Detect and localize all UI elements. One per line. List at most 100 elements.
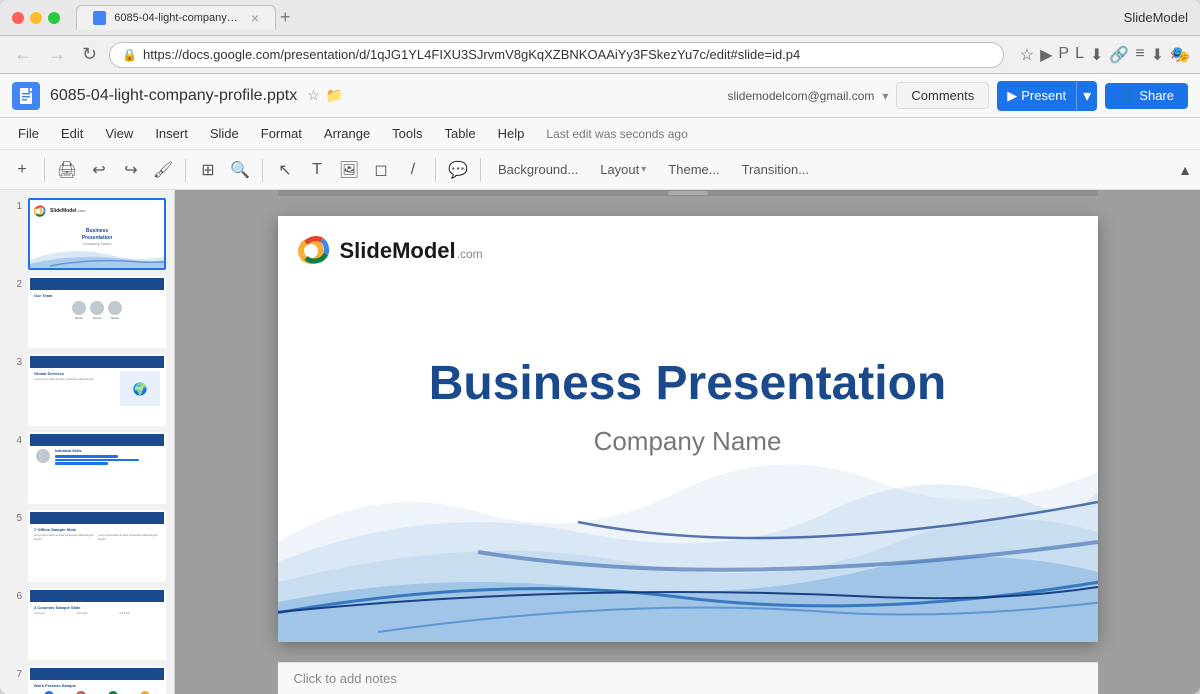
slide-thumb-4[interactable]: Individual Skills xyxy=(28,432,166,504)
slide-item-6[interactable]: 6 3 Columns Sample Slide Col 1 text Col … xyxy=(8,588,166,660)
theme-dropdown[interactable]: Theme... xyxy=(659,158,728,181)
lock-icon: 🔒 xyxy=(122,48,137,62)
notes-area[interactable]: Click to add notes xyxy=(278,662,1098,694)
slide-thumb-7[interactable]: Work Process Sample ⚙ 📋 ✓ ★ xyxy=(28,666,166,694)
slide-number-7: 7 xyxy=(8,666,22,680)
present-button[interactable]: ▶ Present xyxy=(997,81,1076,111)
last-edit-status: Last edit was seconds ago xyxy=(546,127,687,141)
layout-dropdown[interactable]: Layout ▾ xyxy=(591,158,655,181)
theme-label: Theme... xyxy=(668,162,719,177)
refresh-button[interactable]: ↻ xyxy=(78,44,101,65)
slides-panel: 1 SlideModel.com Busin xyxy=(0,190,175,694)
slide-number-5: 5 xyxy=(8,510,22,524)
maximize-button[interactable] xyxy=(48,12,60,24)
tab-close-icon[interactable]: × xyxy=(251,10,259,26)
tab-area: 6085-04-light-company-p... × + xyxy=(76,5,1116,30)
menu-arrange[interactable]: Arrange xyxy=(314,122,380,145)
slide-item-5[interactable]: 5 7 Offline Sample Slide Lorem ipsum dol… xyxy=(8,510,166,582)
google-slides-logo xyxy=(12,82,40,110)
collapse-toolbar-button[interactable]: ▲ xyxy=(1178,162,1192,178)
extension2-icon[interactable]: 🔗 xyxy=(1109,45,1129,65)
transition-label: Transition... xyxy=(742,162,809,177)
wave-background xyxy=(278,422,1098,642)
pinterest-icon[interactable]: P xyxy=(1058,45,1069,65)
app-header: 6085-04-light-company-profile.pptx ☆ 📁 s… xyxy=(0,74,1200,118)
shapes-tool-button[interactable]: ◻ xyxy=(367,156,395,184)
document-title[interactable]: 6085-04-light-company-profile.pptx xyxy=(50,87,297,105)
zoom-fit-button[interactable]: 🔍 xyxy=(226,156,254,184)
slide-number-2: 2 xyxy=(8,276,22,290)
menu-tools[interactable]: Tools xyxy=(382,122,432,145)
toolbar-separator-2 xyxy=(185,158,186,182)
slide-item-2[interactable]: 2 Our Team Name xyxy=(8,276,166,348)
share-icon: 👤 xyxy=(1119,88,1135,104)
comments-button[interactable]: Comments xyxy=(896,82,989,109)
present-dropdown-icon[interactable]: ▾ xyxy=(1076,81,1097,111)
menu-insert[interactable]: Insert xyxy=(145,122,198,145)
undo-button[interactable]: ↩ xyxy=(85,156,113,184)
filename-icons: ☆ 📁 xyxy=(307,87,343,104)
menu-file[interactable]: File xyxy=(8,122,49,145)
user-dropdown-icon[interactable]: ▾ xyxy=(882,89,888,103)
browser-icons: ☆ ▶ P L ⬇ 🔗 ≡ ⬇ 🎭 xyxy=(1020,45,1190,65)
slide-number-3: 3 xyxy=(8,354,22,368)
slide-thumb-3[interactable]: Global Services Lorem ipsum dolor sit am… xyxy=(28,354,166,426)
redo-button[interactable]: ↪ xyxy=(117,156,145,184)
user-area: slidemodelcom@gmail.com ▾ Comments ▶ Pre… xyxy=(727,81,1188,111)
forward-button[interactable]: → xyxy=(44,44,70,65)
share-button[interactable]: 👤 Share xyxy=(1105,83,1188,109)
menu-view[interactable]: View xyxy=(95,122,143,145)
lastpass-icon[interactable]: L xyxy=(1075,45,1084,65)
extension-icon[interactable]: ⬇ xyxy=(1090,45,1103,65)
extension4-icon[interactable]: ⬇ xyxy=(1151,45,1164,65)
minimize-button[interactable] xyxy=(30,12,42,24)
extension3-icon[interactable]: ≡ xyxy=(1135,45,1144,65)
line-tool-button[interactable]: / xyxy=(399,156,427,184)
paint-format-button[interactable]: 🖌 xyxy=(149,156,177,184)
transition-dropdown[interactable]: Transition... xyxy=(733,158,818,181)
pocket-icon[interactable]: ▶ xyxy=(1040,45,1052,65)
slide-main-title: Business Presentation xyxy=(278,356,1098,411)
comment-tool-button[interactable]: 💬 xyxy=(444,156,472,184)
menu-edit[interactable]: Edit xyxy=(51,122,93,145)
logo-text: SlideModel xyxy=(340,238,456,264)
select-tool-button[interactable]: ↖ xyxy=(271,156,299,184)
zoom-in-button[interactable]: + xyxy=(8,156,36,184)
address-field[interactable]: 🔒 https://docs.google.com/presentation/d… xyxy=(109,42,1004,68)
menu-table[interactable]: Table xyxy=(435,122,486,145)
slide-number-1: 1 xyxy=(8,198,22,212)
slide-item-4[interactable]: 4 Individual Skills xyxy=(8,432,166,504)
new-tab-button[interactable]: + xyxy=(280,7,291,28)
slide-item-1[interactable]: 1 SlideModel.com Busin xyxy=(8,198,166,270)
toolbar: + 🖨 ↩ ↪ 🖌 ⊞ 🔍 ↖ T 🖼 ◻ / 💬 Background... … xyxy=(0,150,1200,190)
menu-slide[interactable]: Slide xyxy=(200,122,249,145)
text-tool-button[interactable]: T xyxy=(303,156,331,184)
close-button[interactable] xyxy=(12,12,24,24)
image-tool-button[interactable]: 🖼 xyxy=(335,156,363,184)
slide-item-7[interactable]: 7 Work Process Sample ⚙ 📋 ✓ ★ xyxy=(8,666,166,694)
back-button[interactable]: ← xyxy=(10,44,36,65)
slide-thumb-6[interactable]: 3 Columns Sample Slide Col 1 text Col 2 … xyxy=(28,588,166,660)
print-button[interactable]: 🖨 xyxy=(53,156,81,184)
extension5-icon[interactable]: 🎭 xyxy=(1170,45,1190,65)
tab-favicon xyxy=(93,11,106,25)
menu-help[interactable]: Help xyxy=(488,122,535,145)
user-email[interactable]: slidemodelcom@gmail.com xyxy=(727,89,874,103)
browser-tab[interactable]: 6085-04-light-company-p... × xyxy=(76,5,276,30)
zoom-display-button[interactable]: ⊞ xyxy=(194,156,222,184)
background-label: Background... xyxy=(498,162,578,177)
favorite-icon[interactable]: ☆ xyxy=(307,87,320,104)
background-dropdown[interactable]: Background... xyxy=(489,158,587,181)
menu-format[interactable]: Format xyxy=(251,122,312,145)
present-group: ▶ Present ▾ xyxy=(997,81,1097,111)
slide-logo-area: SlideModel .com xyxy=(298,232,483,270)
slide-thumb-1[interactable]: SlideModel.com BusinessPresentation Comp… xyxy=(28,198,166,270)
slide-thumb-2[interactable]: Our Team Name Name xyxy=(28,276,166,348)
slide-number-6: 6 xyxy=(8,588,22,602)
slide-item-3[interactable]: 3 Global Services Lorem ipsum dolor sit … xyxy=(8,354,166,426)
toolbar-separator-1 xyxy=(44,158,45,182)
move-to-folder-icon[interactable]: 📁 xyxy=(326,87,343,104)
tab-title: 6085-04-light-company-p... xyxy=(114,12,239,24)
slide-thumb-5[interactable]: 7 Offline Sample Slide Lorem ipsum dolor… xyxy=(28,510,166,582)
star-icon[interactable]: ☆ xyxy=(1020,45,1034,65)
